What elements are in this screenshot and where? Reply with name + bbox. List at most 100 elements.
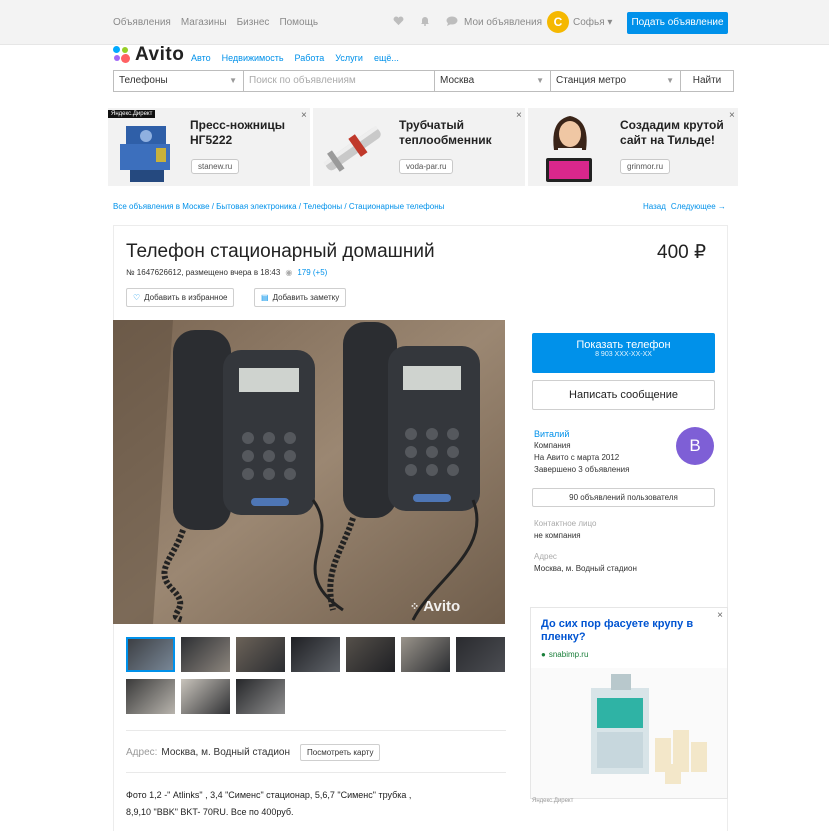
close-icon[interactable]: × xyxy=(301,110,307,121)
user-name: Софья xyxy=(573,17,605,28)
back-link[interactable]: Назад xyxy=(643,202,666,211)
cat-jobs[interactable]: Работа xyxy=(295,53,325,63)
heart-icon: ♡ xyxy=(133,293,141,302)
description-line-1: Фото 1,2 -" Atlinks" , 3,4 "Сименс" стац… xyxy=(126,790,412,800)
cat-more[interactable]: ещё... xyxy=(374,53,399,63)
thumbnail[interactable] xyxy=(456,637,505,672)
ad3-domain[interactable]: grinmor.ru xyxy=(620,159,671,174)
contact-value: не компания xyxy=(534,531,581,540)
nav-ads[interactable]: Объявления xyxy=(113,17,171,28)
city-value: Москва xyxy=(440,75,475,86)
thumbnail[interactable] xyxy=(236,637,285,672)
write-message-button[interactable]: Написать сообщение xyxy=(532,380,715,410)
view-count[interactable]: 179 (+5) xyxy=(297,268,327,277)
post-ad-button[interactable]: Подать объявление xyxy=(627,12,728,34)
cat-services[interactable]: Услуги xyxy=(335,53,363,63)
bell-icon[interactable] xyxy=(420,15,430,26)
close-icon[interactable]: × xyxy=(516,110,522,121)
show-map-button[interactable]: Посмотреть карту xyxy=(300,744,381,761)
cat-realty[interactable]: Недвижимость xyxy=(222,53,284,63)
ad3-title-2: сайт на Тильде! xyxy=(620,133,715,147)
address-value: Москва, м. Водный стадион xyxy=(161,747,290,758)
chevron-down-icon: ▾ xyxy=(607,17,613,28)
ad-banner-3[interactable]: × Создадим крутой сайт на Тильде! grinmor… xyxy=(528,108,738,186)
phone-mask: 8 903 XXX-XX-XX xyxy=(595,351,652,358)
next-link[interactable]: Следующее → xyxy=(671,202,726,211)
ad1-title-2: НГ5222 xyxy=(190,133,233,147)
ad-banner-2[interactable]: × Трубчатый теплообменник voda-par.ru xyxy=(313,108,525,186)
seller-address: Адрес Москва, м. Водный стадион xyxy=(534,551,637,575)
thumbnail[interactable] xyxy=(401,637,450,672)
packing-machine-image xyxy=(531,668,727,798)
seller-name[interactable]: Виталий xyxy=(534,428,629,440)
seller-since: На Авито с марта 2012 xyxy=(534,453,620,462)
chat-icon[interactable] xyxy=(446,16,458,26)
seller-address-label: Адрес xyxy=(534,552,557,561)
category-nav: Авто Недвижимость Работа Услуги ещё... xyxy=(191,53,399,63)
search-input[interactable]: Поиск по объявлениям xyxy=(243,70,435,92)
add-note-label: Добавить заметку xyxy=(272,293,340,302)
listing-meta: № 1647626612, размещено вчера в 18:43 ◉ … xyxy=(126,268,327,277)
eye-icon: ◉ xyxy=(285,268,293,277)
main-photo[interactable] xyxy=(113,320,505,624)
ad-tag: Яндекс.Директ xyxy=(108,110,156,118)
thumbnail[interactable] xyxy=(126,637,175,672)
thumbnail[interactable] xyxy=(181,679,230,714)
add-favorite-label: Добавить в избранное xyxy=(144,293,228,302)
thumbnail[interactable] xyxy=(291,637,340,672)
ad-banner-1[interactable]: × Пресс-ножницы НГ5222 stanew.ru xyxy=(108,108,310,186)
photo-watermark: ⁘ Avito xyxy=(410,598,460,615)
chevron-down-icon: ▼ xyxy=(536,76,544,85)
seller-address-value: Москва, м. Водный стадион xyxy=(534,564,637,573)
ad1-title-1: Пресс-ножницы xyxy=(190,118,285,132)
listing-nav: Назад Следующее → xyxy=(643,202,726,211)
close-icon[interactable]: × xyxy=(729,110,735,121)
thumbnail[interactable] xyxy=(346,637,395,672)
metro-value: Станция метро xyxy=(556,75,627,86)
photo-image xyxy=(113,320,505,624)
thumbnail[interactable] xyxy=(236,679,285,714)
ad1-domain[interactable]: stanew.ru xyxy=(191,159,240,174)
contact-label: Контактное лицо xyxy=(534,519,597,528)
seller-completed: Завершено 3 объявления xyxy=(534,465,630,474)
ad2-title-2: теплообменник xyxy=(399,133,492,147)
heat-exchanger-image xyxy=(323,125,381,172)
close-icon[interactable]: × xyxy=(717,610,723,621)
all-user-ads-button[interactable]: 90 объявлений пользователя xyxy=(532,488,715,507)
my-ads-link[interactable]: Мои объявления xyxy=(464,17,542,28)
cat-auto[interactable]: Авто xyxy=(191,53,211,63)
category-value: Телефоны xyxy=(119,75,168,86)
divider xyxy=(126,730,506,731)
heart-icon[interactable] xyxy=(393,16,404,26)
breadcrumb[interactable]: Все объявления в Москве / Бытовая электр… xyxy=(113,202,444,211)
nav-help[interactable]: Помощь xyxy=(279,17,318,28)
avito-logo[interactable]: Avito xyxy=(113,44,184,66)
side-ad[interactable]: × До сих пор фасуете крупу в пленку? ● s… xyxy=(530,607,728,799)
add-favorite-button[interactable]: ♡ Добавить в избранное xyxy=(126,288,235,307)
add-note-button[interactable]: ▤ Добавить заметку xyxy=(254,288,347,307)
woman-laptop-image xyxy=(546,116,592,182)
thumbnail[interactable] xyxy=(181,637,230,672)
category-select[interactable]: Телефоны ▼ xyxy=(113,70,244,92)
metro-select[interactable]: Станция метро ▼ xyxy=(550,70,681,92)
seller-avatar[interactable]: В xyxy=(676,427,714,465)
thumbnail-strip xyxy=(126,637,506,714)
listing-id-date: № 1647626612, размещено вчера в 18:43 xyxy=(126,268,281,277)
chevron-down-icon: ▼ xyxy=(229,76,237,85)
search-button[interactable]: Найти xyxy=(680,70,734,92)
top-icons xyxy=(393,15,458,26)
note-icon: ▤ xyxy=(261,293,269,302)
nav-business[interactable]: Бизнес xyxy=(237,17,270,28)
description: Фото 1,2 -" Atlinks" , 3,4 "Сименс" стац… xyxy=(126,787,486,821)
ad2-domain[interactable]: voda-par.ru xyxy=(399,159,454,174)
description-line-2: 8,9,10 "BBK" BKT- 70RU. Все по 400руб. xyxy=(126,807,294,817)
show-phone-button[interactable]: Показать телефон 8 903 XXX-XX-XX xyxy=(532,333,715,373)
city-select[interactable]: Москва ▼ xyxy=(434,70,551,92)
side-ad-domain: snabimp.ru xyxy=(548,650,589,659)
show-phone-label: Показать телефон xyxy=(576,339,671,351)
thumbnail[interactable] xyxy=(126,679,175,714)
nav-shops[interactable]: Магазины xyxy=(181,17,227,28)
user-menu[interactable]: Софья ▾ xyxy=(573,17,612,28)
seller-info: Виталий Компания На Авито с марта 2012 З… xyxy=(534,428,629,476)
user-avatar[interactable]: С xyxy=(547,11,569,33)
